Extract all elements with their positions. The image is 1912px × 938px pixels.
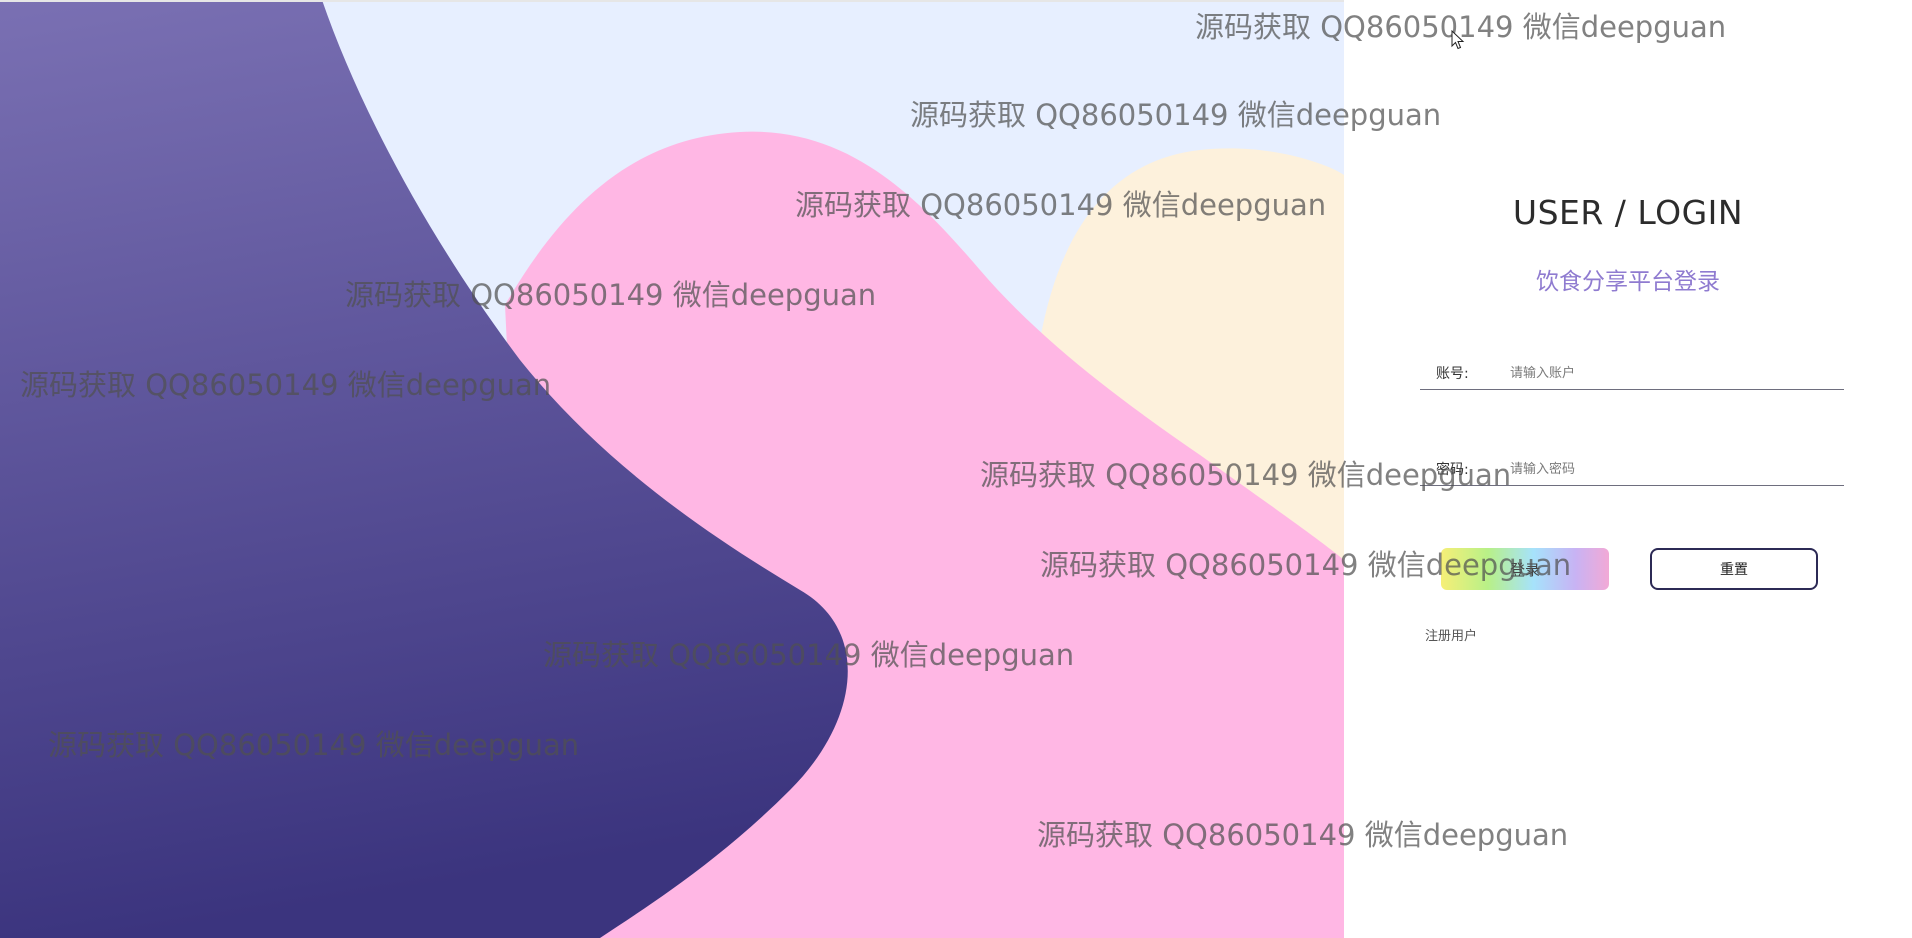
login-page: USER / LOGIN 饮食分享平台登录 账号: 密码: 登录 重置 注册用户… [0, 0, 1912, 938]
password-input[interactable] [1508, 455, 1832, 483]
account-input[interactable] [1508, 359, 1832, 387]
login-panel: USER / LOGIN 饮食分享平台登录 账号: 密码: 登录 重置 注册用户 [1344, 0, 1912, 938]
password-field: 密码: [1420, 451, 1844, 486]
login-subtitle: 饮食分享平台登录 [1536, 269, 1720, 295]
password-label: 密码: [1436, 462, 1469, 478]
reset-button[interactable]: 重置 [1650, 548, 1818, 590]
mouse-cursor-icon [1451, 30, 1465, 50]
decorative-background [0, 0, 1344, 938]
register-link[interactable]: 注册用户 [1425, 625, 1477, 644]
background-shapes [0, 0, 1344, 938]
login-button[interactable]: 登录 [1441, 548, 1609, 590]
account-field: 账号: [1420, 355, 1844, 390]
account-label: 账号: [1436, 366, 1469, 382]
login-title: USER / LOGIN [1512, 193, 1744, 232]
